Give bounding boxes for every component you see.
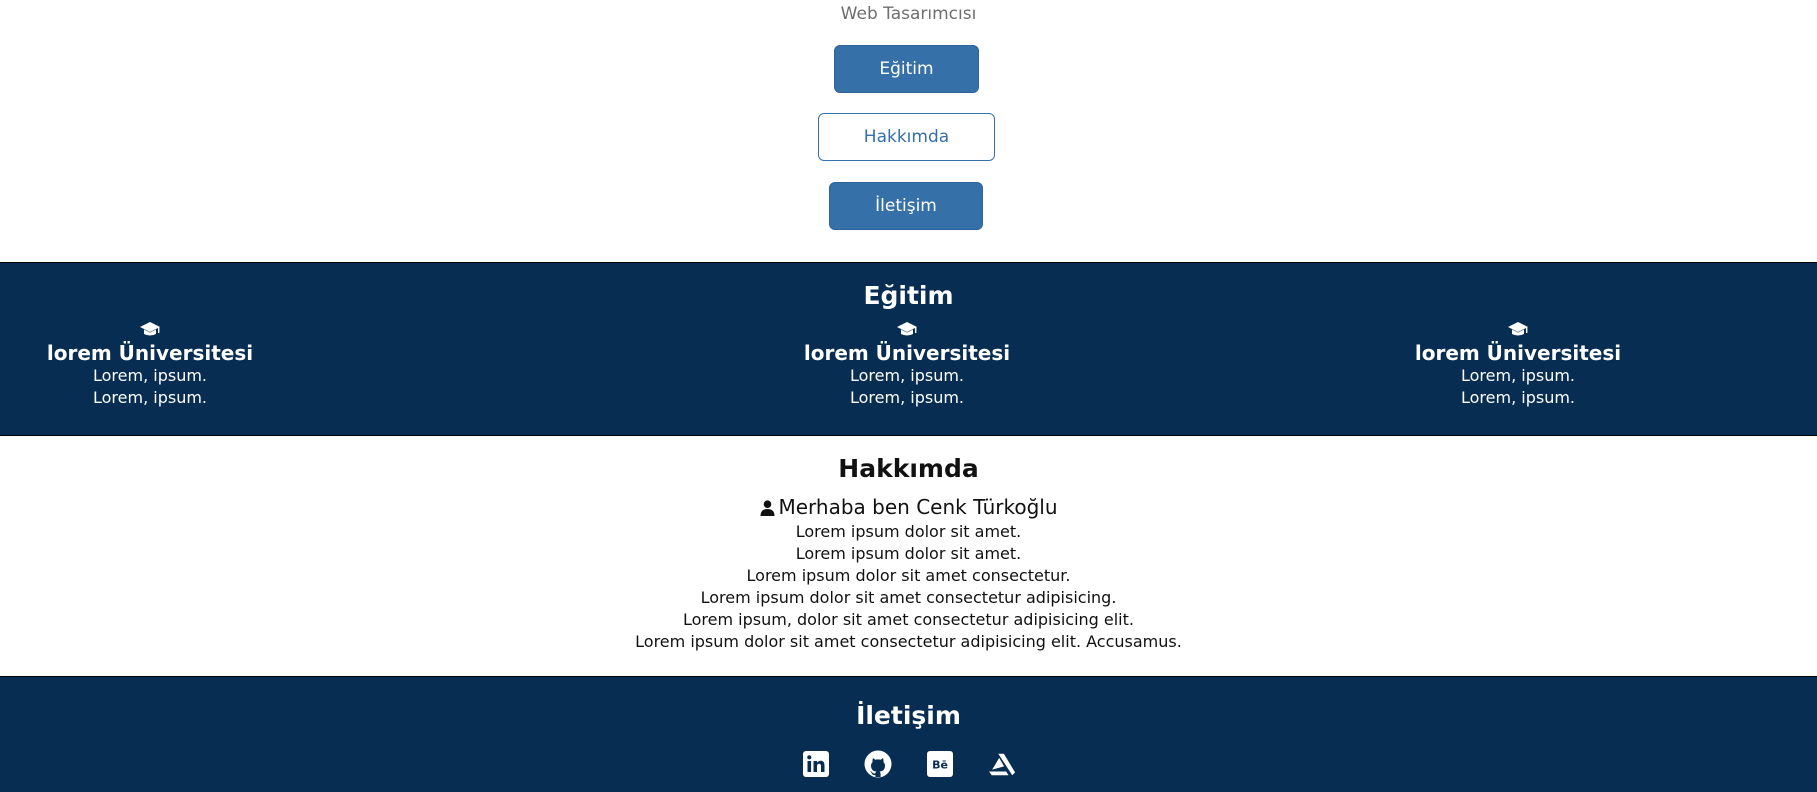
- nav-button-egitim[interactable]: Eğitim: [834, 45, 979, 93]
- education-section: Eğitim lorem Üniversitesi Lorem, ipsum. …: [0, 262, 1817, 436]
- education-card: lorem Üniversitesi Lorem, ipsum. Lorem, …: [757, 321, 1057, 409]
- education-detail: Lorem, ipsum.: [93, 388, 207, 407]
- artstation-icon: [988, 753, 1015, 776]
- linkedin-icon: [802, 751, 829, 777]
- about-line: Lorem ipsum dolor sit amet consectetur a…: [700, 588, 1117, 607]
- about-section: Hakkımda Merhaba ben Cenk Türkoğlu Lorem…: [0, 436, 1817, 676]
- greeting-text: Merhaba ben Cenk Türkoğlu: [778, 495, 1058, 519]
- about-greeting: Merhaba ben Cenk Türkoğlu: [0, 494, 1817, 520]
- education-detail: Lorem, ipsum.: [850, 388, 964, 407]
- education-card: lorem Üniversitesi Lorem, ipsum. Lorem, …: [1368, 321, 1668, 409]
- university-name: lorem Üniversitesi: [803, 341, 1011, 365]
- university-name: lorem Üniversitesi: [1414, 341, 1622, 365]
- education-title: Eğitim: [863, 281, 954, 310]
- about-line: Lorem ipsum dolor sit amet consectetur a…: [635, 632, 1182, 651]
- behance-link[interactable]: Bē: [926, 750, 954, 778]
- nav-button-iletisim[interactable]: İletişim: [829, 182, 983, 230]
- contact-title: İletişim: [856, 701, 961, 730]
- about-line: Lorem ipsum dolor sit amet consectetur.: [746, 566, 1071, 585]
- about-line: Lorem ipsum dolor sit amet.: [795, 522, 1022, 541]
- about-title: Hakkımda: [838, 454, 979, 483]
- github-icon: [864, 750, 891, 778]
- artstation-link[interactable]: [988, 750, 1016, 778]
- github-link[interactable]: [864, 750, 892, 778]
- social-links: Bē: [0, 750, 1817, 778]
- about-line: Lorem ipsum, dolor sit amet consectetur …: [683, 610, 1134, 629]
- about-line: Lorem ipsum dolor sit amet.: [795, 544, 1022, 563]
- job-title: Web Tasarımcısı: [840, 4, 977, 24]
- education-detail: Lorem, ipsum.: [850, 366, 964, 385]
- education-detail: Lorem, ipsum.: [1461, 366, 1575, 385]
- linkedin-link[interactable]: [802, 750, 830, 778]
- graduation-cap-icon: [140, 322, 160, 336]
- nav-button-hakkimda[interactable]: Hakkımda: [818, 113, 995, 161]
- behance-icon: Bē: [926, 751, 953, 777]
- contact-section: İletişim Bē: [0, 676, 1817, 792]
- user-icon: [760, 500, 774, 516]
- education-card: lorem Üniversitesi Lorem, ipsum. Lorem, …: [0, 321, 300, 409]
- university-name: lorem Üniversitesi: [46, 341, 254, 365]
- education-detail: Lorem, ipsum.: [93, 366, 207, 385]
- graduation-cap-icon: [897, 322, 917, 336]
- svg-text:Bē: Bē: [932, 759, 948, 772]
- graduation-cap-icon: [1508, 322, 1528, 336]
- hero-header: Web Tasarımcısı Eğitim Hakkımda İletişim: [0, 0, 1817, 262]
- education-detail: Lorem, ipsum.: [1461, 388, 1575, 407]
- about-text: Lorem ipsum dolor sit amet. Lorem ipsum …: [0, 521, 1817, 653]
